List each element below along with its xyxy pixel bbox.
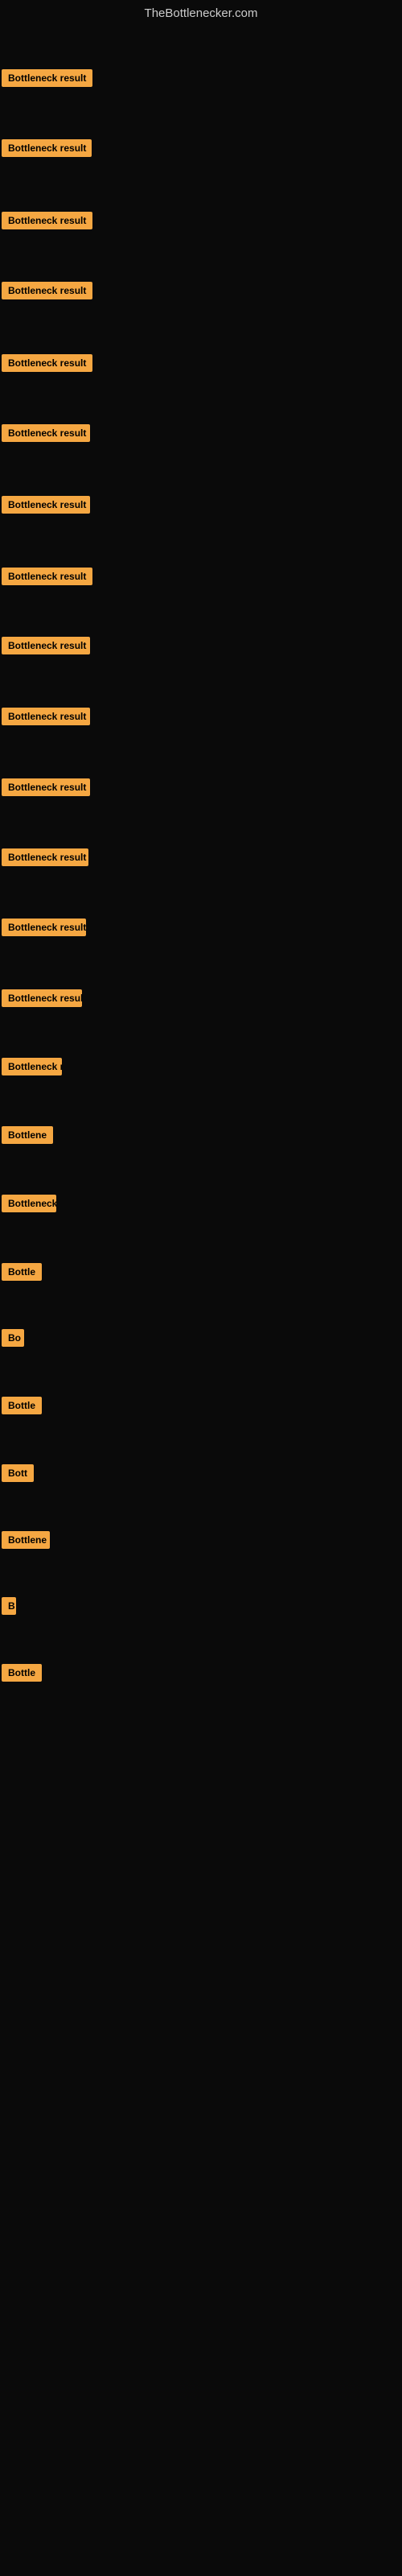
bottleneck-badge-18[interactable]: Bottle [2, 1263, 42, 1281]
bottleneck-badge-23[interactable]: B [2, 1597, 16, 1615]
result-row-18: Bottle [2, 1263, 42, 1285]
result-row-11: Bottleneck result [2, 778, 90, 800]
result-row-23: B [2, 1597, 16, 1619]
bottleneck-badge-22[interactable]: Bottlene [2, 1531, 50, 1549]
result-row-6: Bottleneck result [2, 424, 90, 446]
result-row-8: Bottleneck result [2, 568, 92, 589]
result-row-14: Bottleneck resul [2, 989, 82, 1011]
result-row-15: Bottleneck r [2, 1058, 62, 1080]
result-row-13: Bottleneck result [2, 919, 86, 940]
result-row-12: Bottleneck result [2, 848, 88, 870]
result-row-24: Bottle [2, 1664, 42, 1686]
result-row-21: Bott [2, 1464, 34, 1486]
bottleneck-badge-2[interactable]: Bottleneck result [2, 139, 92, 157]
bottleneck-badge-21[interactable]: Bott [2, 1464, 34, 1482]
results-container: Bottleneck result Bottleneck result Bottle… [0, 23, 402, 1794]
bottleneck-badge-9[interactable]: Bottleneck result [2, 637, 90, 654]
result-row-20: Bottle [2, 1397, 42, 1418]
bottleneck-badge-12[interactable]: Bottleneck result [2, 848, 88, 866]
bottleneck-badge-16[interactable]: Bottlene [2, 1126, 53, 1144]
bottleneck-badge-7[interactable]: Bottleneck result [2, 496, 90, 514]
result-row-1: Bottleneck result [2, 69, 92, 91]
bottleneck-badge-1[interactable]: Bottleneck result [2, 69, 92, 87]
bottleneck-badge-13[interactable]: Bottleneck result [2, 919, 86, 936]
bottleneck-badge-19[interactable]: Bo [2, 1329, 24, 1347]
result-row-19: Bo [2, 1329, 24, 1351]
result-row-17: Bottleneck [2, 1195, 56, 1216]
bottleneck-badge-14[interactable]: Bottleneck resul [2, 989, 82, 1007]
result-row-9: Bottleneck result [2, 637, 90, 658]
result-row-5: Bottleneck result [2, 354, 92, 376]
bottleneck-badge-10[interactable]: Bottleneck result [2, 708, 90, 725]
bottleneck-badge-15[interactable]: Bottleneck r [2, 1058, 62, 1075]
result-row-2: Bottleneck result [2, 139, 92, 161]
bottleneck-badge-20[interactable]: Bottle [2, 1397, 42, 1414]
bottleneck-badge-5[interactable]: Bottleneck result [2, 354, 92, 372]
bottleneck-badge-11[interactable]: Bottleneck result [2, 778, 90, 796]
site-title: TheBottlenecker.com [0, 0, 402, 23]
result-row-4: Bottleneck result [2, 282, 92, 303]
result-row-16: Bottlene [2, 1126, 53, 1148]
result-row-10: Bottleneck result [2, 708, 90, 729]
bottleneck-badge-8[interactable]: Bottleneck result [2, 568, 92, 585]
bottleneck-badge-4[interactable]: Bottleneck result [2, 282, 92, 299]
bottleneck-badge-3[interactable]: Bottleneck result [2, 212, 92, 229]
bottleneck-badge-17[interactable]: Bottleneck [2, 1195, 56, 1212]
bottleneck-badge-24[interactable]: Bottle [2, 1664, 42, 1682]
result-row-3: Bottleneck result [2, 212, 92, 233]
result-row-7: Bottleneck result [2, 496, 90, 518]
result-row-22: Bottlene [2, 1531, 50, 1553]
bottleneck-badge-6[interactable]: Bottleneck result [2, 424, 90, 442]
